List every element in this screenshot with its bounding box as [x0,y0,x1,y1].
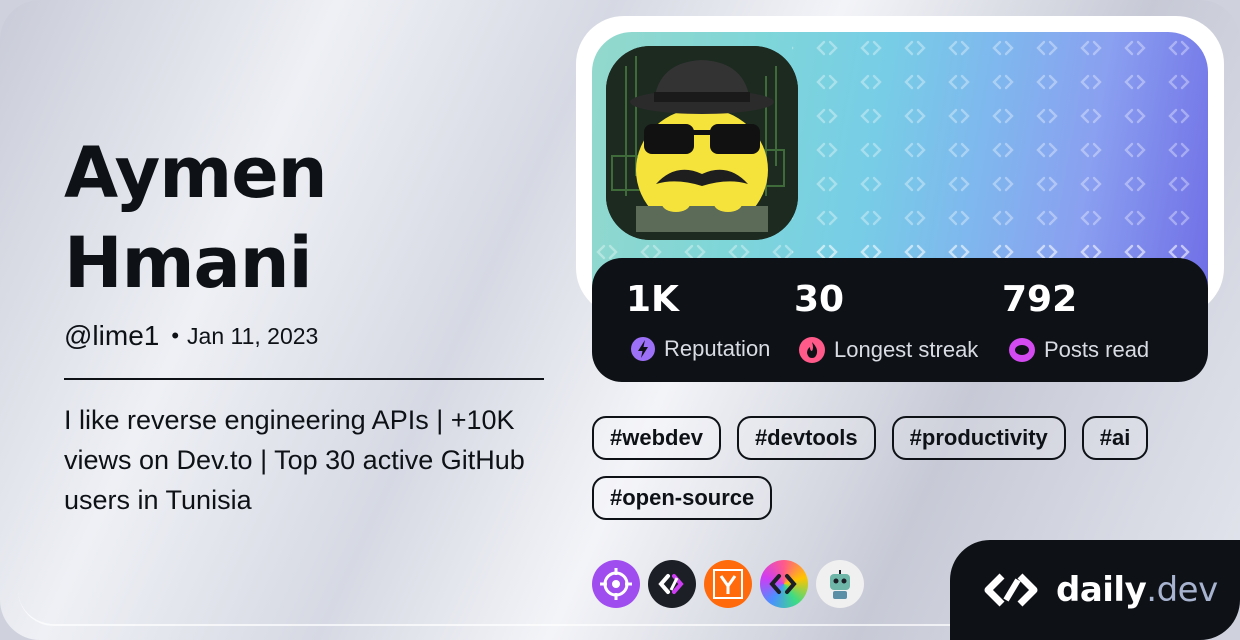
first-name: Aymen [64,132,328,214]
stat-value: 792 [1002,279,1078,320]
stat-reputation: 1K Reputation [626,278,770,362]
tag-chip[interactable]: #ai [1081,416,1149,460]
tags-list: #webdev #devtools #productivity #ai #ope… [592,416,1212,520]
stat-value: 30 [794,279,845,320]
crosshair-icon [600,568,632,600]
daily-dev-logo-icon [658,574,684,594]
avatar[interactable] [606,46,798,240]
mustache-lemon-avatar-icon [606,46,798,240]
brand-tld: .dev [1146,570,1218,610]
stat-value: 1K [626,279,679,320]
handle-row: @lime1 • Jan 11, 2023 [64,320,318,352]
divider [64,378,544,380]
tag-chip[interactable]: #productivity [891,416,1066,460]
stat-label: Reputation [664,336,771,361]
eye-ring-icon [1009,338,1035,362]
source-crosshair[interactable] [592,560,640,608]
stat-longest-streak: 30 Longest streak [794,278,978,364]
stats-panel: 1K Reputation 30 Longest streak 792 Post… [592,258,1208,382]
last-name: Hmani [64,222,313,304]
source-robot[interactable] [816,560,864,608]
flame-icon [799,337,825,363]
source-icons [592,560,872,608]
daily-dev-logo-icon [984,573,1038,607]
brand-name: daily [1056,570,1147,610]
source-rainbow[interactable] [760,560,808,608]
profile-name: Aymen Hmani [64,128,328,308]
lightning-icon [631,337,655,361]
tag-chip[interactable]: #open-source [592,476,773,520]
profile-bio: I like reverse engineering APIs | +10K v… [64,405,525,515]
source-daily-dev[interactable] [648,560,696,608]
brand-wordmark: daily.dev [1056,570,1218,610]
tag-chip[interactable]: #devtools [736,416,876,460]
devcard: Aymen Hmani @lime1 • Jan 11, 2023 I like… [0,0,1240,640]
stat-label: Posts read [1044,337,1150,362]
stat-label: Longest streak [834,337,979,362]
rainbow-dev-icon [769,574,797,594]
stat-posts-read: 792 Posts read [1002,278,1149,364]
robot-icon [830,570,850,599]
username[interactable]: @lime1 [64,320,159,352]
joined-date: Jan 11, 2023 [187,322,319,349]
tag-chip[interactable]: #webdev [592,416,721,460]
hacker-news-icon [713,569,743,599]
brand-badge[interactable]: daily.dev [950,540,1240,640]
separator-dot: • [171,323,180,348]
source-hacker-news[interactable] [704,560,752,608]
